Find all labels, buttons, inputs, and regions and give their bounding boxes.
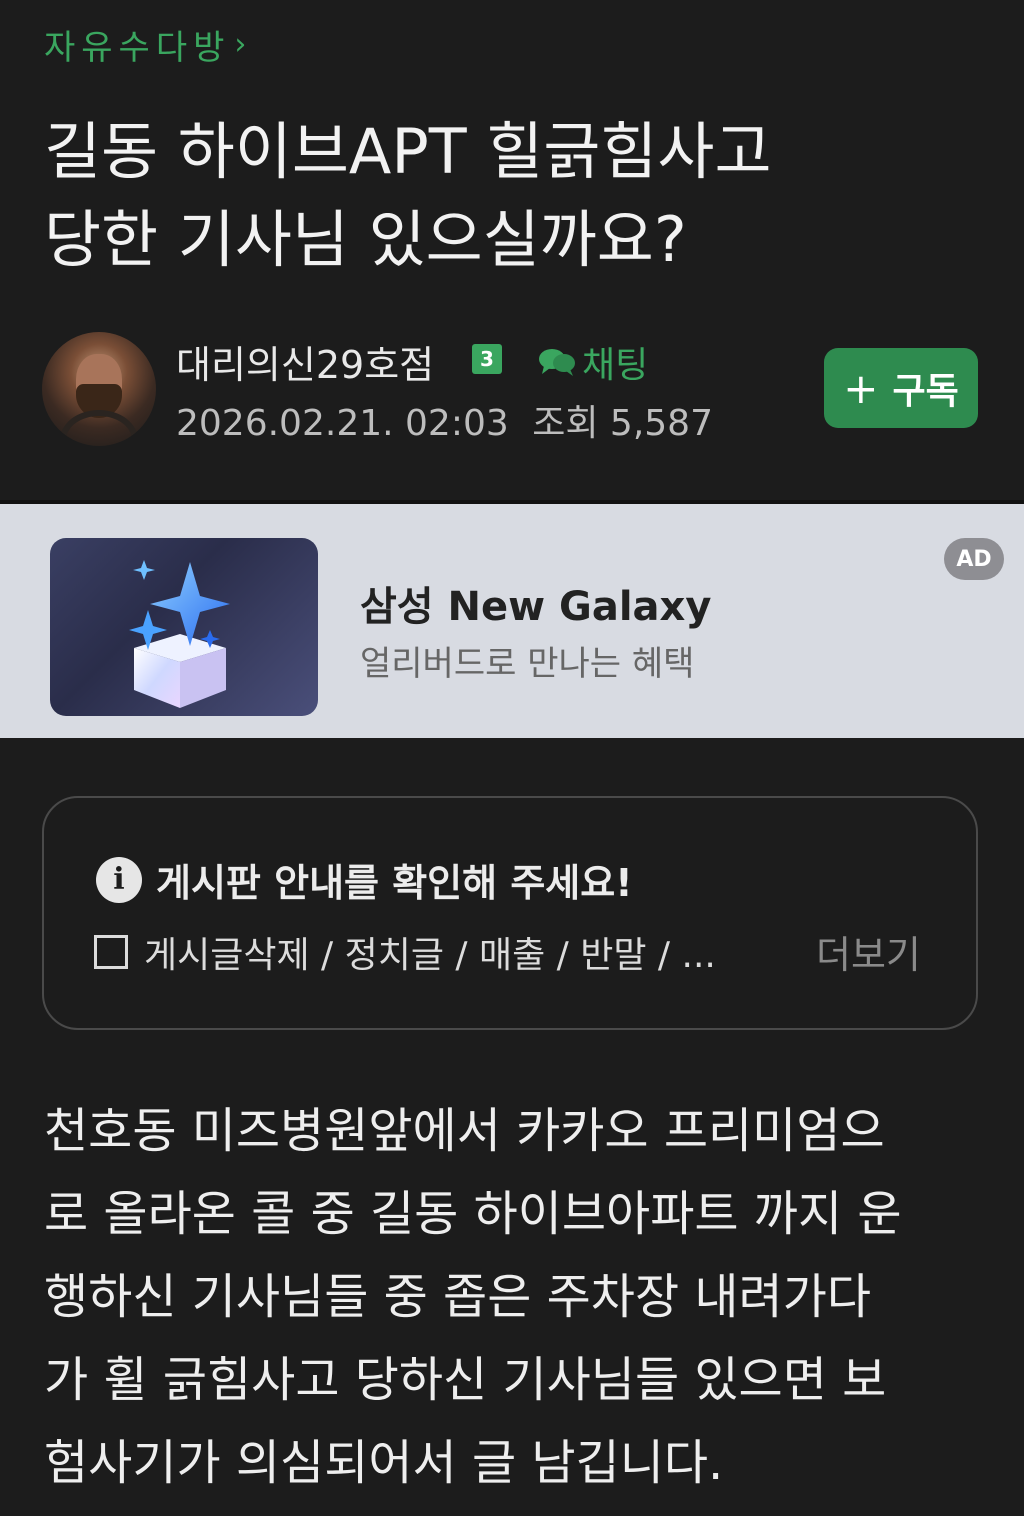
chat-bubbles-icon: [539, 349, 575, 376]
more-link[interactable]: 더보기: [816, 924, 921, 979]
ad-image: [50, 538, 318, 716]
post-title: 길동 하이브APT 힐긁힘사고 당한 기사님 있으실까요?: [44, 115, 772, 276]
board-link[interactable]: 자유수다방 ›: [44, 20, 246, 69]
ad-title: 삼성 New Galaxy: [360, 584, 712, 630]
post-date: 2026.02.21. 02:03: [176, 403, 509, 444]
board-notice[interactable]: i 게시판 안내를 확인해 주세요! 게시글삭제 / 정치글 / 매출 / 반말…: [42, 796, 978, 1030]
chat-button[interactable]: 채팅: [538, 336, 648, 388]
notice-heading: i 게시판 안내를 확인해 주세요!: [96, 852, 633, 907]
board-name: 자유수다방: [44, 28, 231, 68]
checkbox-icon: [94, 935, 128, 969]
ad-subtitle: 얼리버드로 만나는 혜택: [360, 644, 695, 684]
chat-label: 채팅: [582, 345, 649, 386]
ad-banner[interactable]: 삼성 New Galaxy 얼리버드로 만나는 혜택 AD: [0, 504, 1024, 738]
sparkle-box-icon: [129, 560, 230, 708]
plus-icon: +: [843, 363, 879, 413]
views-count: 5,587: [609, 403, 713, 444]
post-body: 천호동 미즈병원앞에서 카카오 프리미엄으 로 올라온 콜 중 길동 하이브아파…: [44, 1103, 902, 1491]
avatar[interactable]: [42, 332, 156, 446]
notice-rules-text: 게시글삭제 / 정치글 / 매출 / 반말 / ...: [144, 935, 716, 976]
subscribe-button[interactable]: + 구독: [824, 348, 978, 428]
notice-rules: 게시글삭제 / 정치글 / 매출 / 반말 / ...: [94, 926, 716, 978]
author-name[interactable]: 대리의신29호점: [176, 334, 434, 389]
notice-heading-text: 게시판 안내를 확인해 주세요!: [156, 861, 633, 905]
views-label: 조회: [532, 403, 599, 444]
chevron-right-icon: ›: [234, 27, 247, 62]
info-icon: i: [96, 856, 142, 903]
level-badge: 3: [472, 344, 502, 374]
post-meta: 2026.02.21. 02:03 조회 5,587: [176, 394, 713, 446]
subscribe-label: 구독: [892, 371, 959, 412]
author-row: 대리의신29호점 3 채팅 2026.02.21. 02:03 조회 5,587…: [42, 330, 982, 450]
ad-badge: AD: [944, 538, 1004, 580]
